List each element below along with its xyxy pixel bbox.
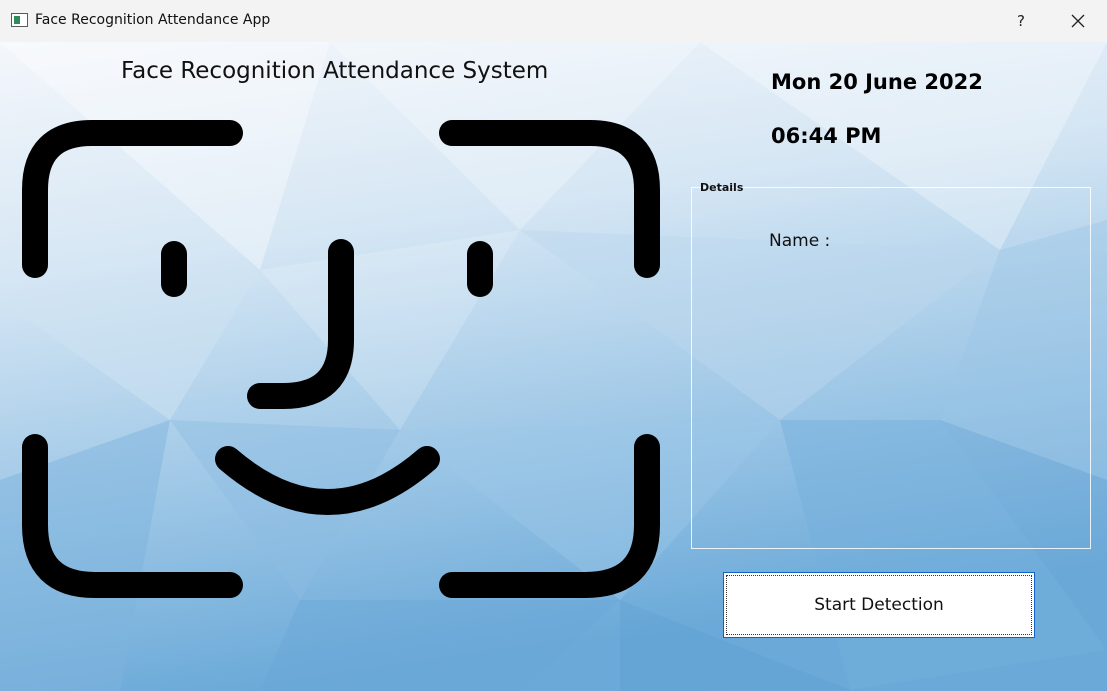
title-bar: Face Recognition Attendance App ? [0,0,1107,42]
close-button[interactable] [1060,6,1096,36]
details-groupbox [691,187,1091,549]
start-detection-button[interactable]: Start Detection [723,572,1035,638]
help-button[interactable]: ? [1003,6,1039,36]
name-label: Name : [769,231,831,251]
app-icon [11,13,28,27]
details-legend: Details [700,181,744,194]
close-icon [1071,14,1085,28]
time-label: 06:44 PM [771,124,882,148]
window-title: Face Recognition Attendance App [35,12,271,28]
date-label: Mon 20 June 2022 [771,70,983,94]
app-window: Face Recognition Attendance App ? Face R… [0,0,1107,691]
face-id-icon [22,120,660,598]
